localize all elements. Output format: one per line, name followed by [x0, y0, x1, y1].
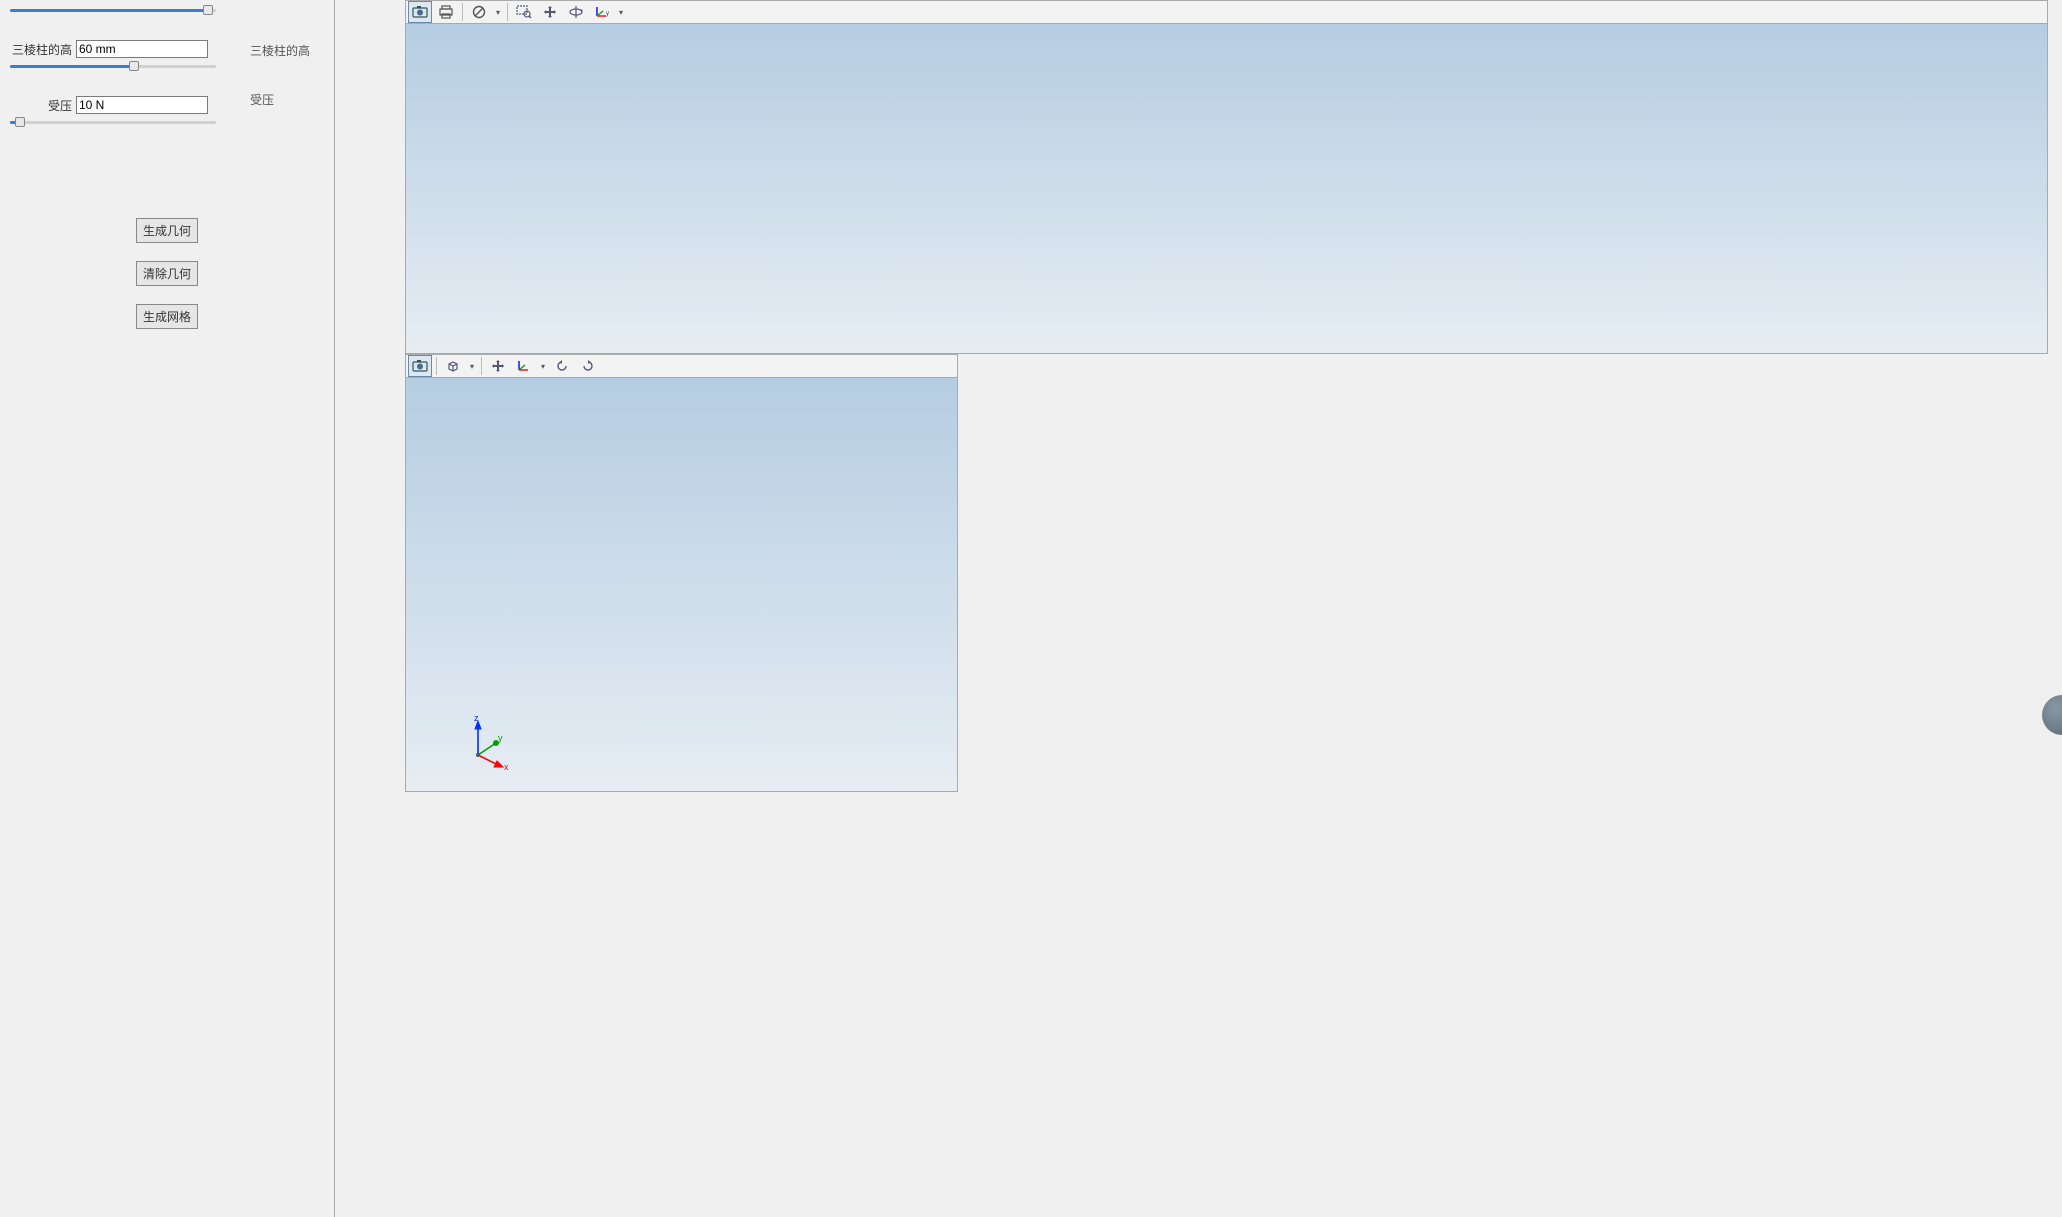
svg-text:y: y: [606, 11, 609, 17]
right-label-group: 三棱柱的高 受压: [250, 10, 320, 108]
circle-slash-icon[interactable]: [467, 1, 491, 23]
rotate-cw-icon[interactable]: [576, 355, 600, 377]
button-column: 生成几何 清除几何 生成网格: [8, 218, 326, 329]
dropdown-icon[interactable]: ▾: [467, 362, 477, 371]
svg-text:z: z: [474, 713, 479, 723]
right-label-height: 三棱柱的高: [250, 42, 320, 59]
viewport-top[interactable]: [405, 24, 2048, 354]
toolbar-top: ▾ y ▾: [405, 0, 2048, 24]
round-widget[interactable]: [2042, 695, 2062, 735]
slider-thumb[interactable]: [15, 117, 25, 127]
svg-text:y: y: [498, 733, 503, 743]
separator: [507, 3, 508, 21]
separator: [436, 357, 437, 375]
generate-geometry-button[interactable]: 生成几何: [136, 218, 198, 243]
dropdown-icon[interactable]: ▾: [538, 362, 548, 371]
label-pressure: 受压: [8, 97, 72, 114]
dropdown-icon[interactable]: ▾: [616, 8, 626, 17]
pan-icon[interactable]: [538, 1, 562, 23]
viewport-bottom[interactable]: z y x: [405, 378, 958, 792]
side-panel: 三棱柱的高 受压 三棱柱的高 受压 生成几何 清除几何 生成网格: [0, 0, 335, 1217]
generate-mesh-button[interactable]: 生成网格: [136, 304, 198, 329]
slider-thumb[interactable]: [203, 5, 213, 15]
toolbar-bottom: ▾ ▾: [405, 354, 958, 378]
axes-icon[interactable]: [512, 355, 536, 377]
pan-icon[interactable]: [486, 355, 510, 377]
slider-thumb[interactable]: [129, 61, 139, 71]
axis-triad: z y x: [460, 713, 510, 773]
zoom-box-icon[interactable]: [512, 1, 536, 23]
slider-pressure[interactable]: [10, 116, 216, 128]
svg-text:x: x: [504, 762, 509, 772]
app-root: 三棱柱的高 受压 三棱柱的高 受压 生成几何 清除几何 生成网格: [0, 0, 2062, 1217]
slider-height[interactable]: [10, 60, 216, 72]
print-icon[interactable]: [434, 1, 458, 23]
viewport-area: ▾ y ▾: [335, 0, 2062, 1217]
right-label-pressure: 受压: [250, 91, 320, 108]
clear-geometry-button[interactable]: 清除几何: [136, 261, 198, 286]
camera-icon[interactable]: [408, 355, 432, 377]
input-pressure[interactable]: [76, 96, 208, 114]
separator: [481, 357, 482, 375]
slider-fill: [10, 65, 134, 68]
axes-icon[interactable]: y: [590, 1, 614, 23]
camera-icon[interactable]: [408, 1, 432, 23]
input-height[interactable]: [76, 40, 208, 58]
cube-icon[interactable]: [441, 355, 465, 377]
rotate-3d-icon[interactable]: [564, 1, 588, 23]
slider-fill: [10, 9, 208, 12]
separator: [462, 3, 463, 21]
rotate-ccw-icon[interactable]: [550, 355, 574, 377]
label-height: 三棱柱的高: [8, 41, 72, 58]
dropdown-icon[interactable]: ▾: [493, 8, 503, 17]
slider-param0[interactable]: [10, 4, 216, 16]
slider-track: [10, 121, 216, 124]
